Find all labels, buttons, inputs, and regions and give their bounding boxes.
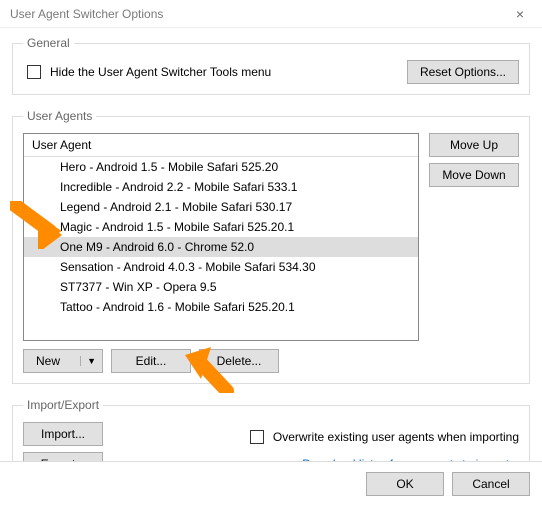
list-item[interactable]: Tattoo - Android 1.6 - Mobile Safari 525… — [24, 297, 418, 317]
list-item[interactable]: Hero - Android 1.5 - Mobile Safari 525.2… — [24, 157, 418, 177]
list-item[interactable]: ST7377 - Win XP - Opera 9.5 — [24, 277, 418, 297]
window-title: User Agent Switcher Options — [10, 7, 163, 21]
hide-menu-label: Hide the User Agent Switcher Tools menu — [50, 65, 271, 79]
chevron-down-icon: ▼ — [80, 356, 96, 366]
general-legend: General — [23, 36, 74, 50]
general-group: General Hide the User Agent Switcher Too… — [12, 36, 530, 95]
list-item[interactable]: Sensation - Android 4.0.3 - Mobile Safar… — [24, 257, 418, 277]
hide-menu-checkbox[interactable] — [27, 65, 41, 79]
overwrite-checkbox-row[interactable]: Overwrite existing user agents when impo… — [246, 427, 519, 447]
move-down-button[interactable]: Move Down — [429, 163, 519, 187]
import-export-legend: Import/Export — [23, 398, 103, 412]
reset-options-button[interactable]: Reset Options... — [407, 60, 519, 84]
list-item[interactable]: One M9 - Android 6.0 - Chrome 52.0 — [24, 237, 418, 257]
list-item[interactable]: Legend - Android 2.1 - Mobile Safari 530… — [24, 197, 418, 217]
cancel-button[interactable]: Cancel — [452, 472, 530, 496]
import-button[interactable]: Import... — [23, 422, 103, 446]
edit-button[interactable]: Edit... — [111, 349, 191, 373]
title-bar: User Agent Switcher Options × — [0, 0, 542, 28]
list-item[interactable]: Incredible - Android 2.2 - Mobile Safari… — [24, 177, 418, 197]
close-icon[interactable]: × — [506, 6, 534, 22]
delete-button[interactable]: Delete... — [199, 349, 279, 373]
list-header[interactable]: User Agent — [24, 134, 418, 157]
hide-menu-checkbox-row[interactable]: Hide the User Agent Switcher Tools menu — [23, 62, 271, 82]
overwrite-checkbox[interactable] — [250, 430, 264, 444]
user-agents-legend: User Agents — [23, 109, 96, 123]
ok-button[interactable]: OK — [366, 472, 444, 496]
new-button[interactable]: New ▼ — [23, 349, 103, 373]
move-up-button[interactable]: Move Up — [429, 133, 519, 157]
user-agent-listbox[interactable]: User Agent Hero - Android 1.5 - Mobile S… — [23, 133, 419, 341]
overwrite-label: Overwrite existing user agents when impo… — [273, 430, 519, 444]
list-body[interactable]: Hero - Android 1.5 - Mobile Safari 525.2… — [24, 157, 418, 340]
dialog-footer: OK Cancel — [0, 461, 542, 506]
content-area: General Hide the User Agent Switcher Too… — [0, 28, 542, 487]
new-button-label: New — [36, 354, 60, 368]
list-item[interactable]: Magic - Android 1.5 - Mobile Safari 525.… — [24, 217, 418, 237]
user-agents-group: User Agents User Agent Hero - Android 1.… — [12, 109, 530, 384]
